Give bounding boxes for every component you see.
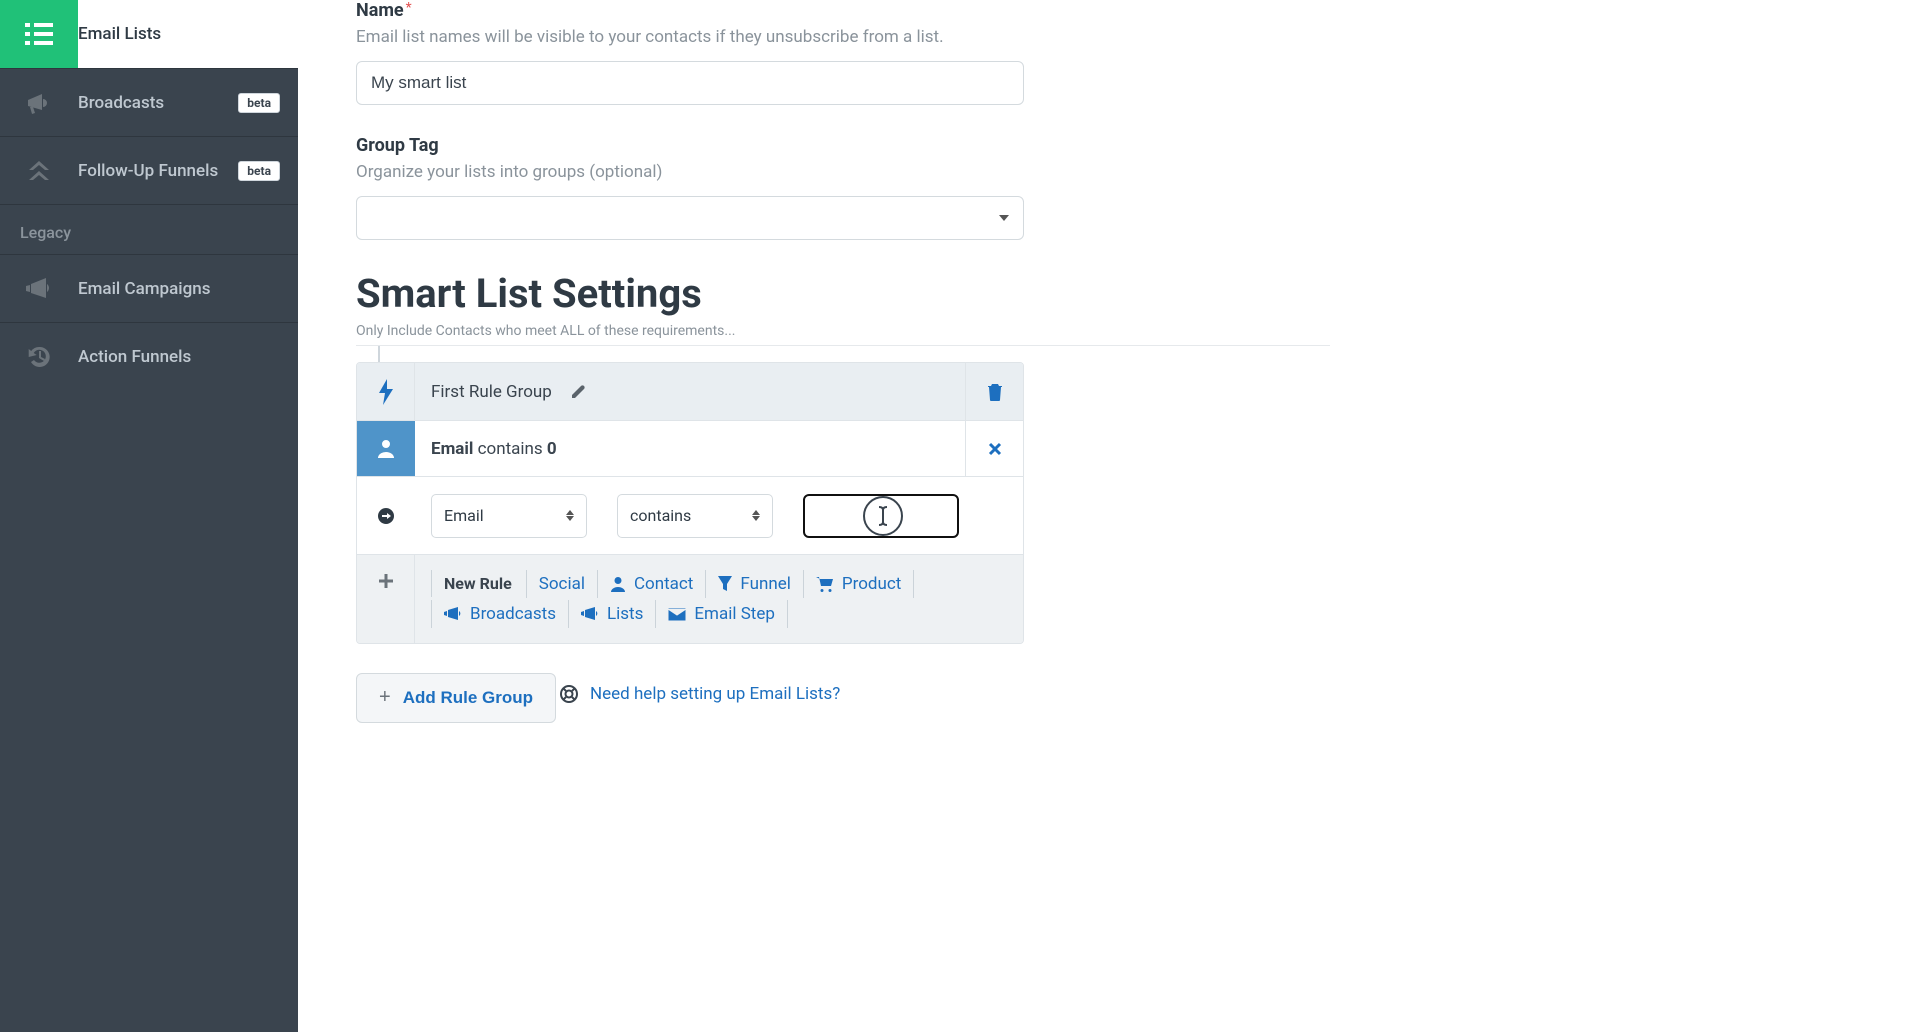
life-ring-icon bbox=[560, 685, 578, 703]
add-rule-group-button[interactable]: + Add Rule Group bbox=[356, 673, 556, 723]
group-tag-field-block: Group Tag Organize your lists into group… bbox=[356, 135, 1330, 240]
edit-icon[interactable] bbox=[570, 384, 586, 400]
beta-badge: beta bbox=[238, 161, 280, 181]
rule-group-title: First Rule Group bbox=[431, 382, 552, 402]
group-tag-help: Organize your lists into groups (optiona… bbox=[356, 162, 1330, 182]
user-icon bbox=[610, 576, 626, 592]
bolt-icon bbox=[357, 363, 415, 420]
rule-condition-row[interactable]: Email contains 0 bbox=[357, 421, 1023, 477]
group-tag-select[interactable] bbox=[356, 196, 1024, 240]
bullhorn-icon bbox=[581, 607, 599, 621]
new-rule-label: New Rule bbox=[431, 570, 526, 597]
sidebar-item-followup-funnels[interactable]: Follow-Up Funnels beta bbox=[0, 136, 298, 204]
field-select[interactable]: Email bbox=[431, 494, 587, 538]
delete-group-button[interactable] bbox=[965, 363, 1023, 420]
name-field-block: Name* Email list names will be visible t… bbox=[356, 0, 1330, 105]
name-help: Email list names will be visible to your… bbox=[356, 27, 1330, 47]
rule-type-product[interactable]: Product bbox=[803, 570, 914, 598]
plus-icon[interactable] bbox=[357, 555, 415, 643]
envelope-icon bbox=[668, 608, 686, 621]
beta-badge: beta bbox=[238, 93, 280, 113]
list-icon bbox=[0, 0, 78, 68]
plus-icon: + bbox=[379, 686, 391, 709]
cart-icon bbox=[816, 576, 834, 592]
rule-type-contact[interactable]: Contact bbox=[597, 570, 705, 598]
rule-type-social[interactable]: Social bbox=[526, 570, 597, 598]
history-icon bbox=[0, 345, 78, 369]
rule-type-funnel[interactable]: Funnel bbox=[705, 570, 803, 598]
sidebar-item-broadcasts[interactable]: Broadcasts beta bbox=[0, 68, 298, 136]
smart-settings-title: Smart List Settings bbox=[356, 270, 1330, 317]
caret-down-icon bbox=[999, 215, 1009, 221]
arrow-right-circle-icon bbox=[357, 477, 415, 554]
sidebar-item-email-lists[interactable]: Email Lists bbox=[0, 0, 298, 68]
sidebar: Email Lists Broadcasts beta Follow-Up Fu… bbox=[0, 0, 298, 1032]
sort-icon bbox=[566, 510, 574, 521]
divider bbox=[356, 345, 1330, 346]
required-star: * bbox=[406, 0, 412, 16]
filter-icon bbox=[718, 576, 732, 592]
rule-group-header: First Rule Group bbox=[357, 363, 1023, 421]
remove-condition-button[interactable] bbox=[965, 421, 1023, 476]
name-label: Name bbox=[356, 0, 404, 21]
smart-settings-subtitle: Only Include Contacts who meet ALL of th… bbox=[356, 323, 1330, 339]
group-tag-label: Group Tag bbox=[356, 135, 1330, 156]
new-rule-row: New Rule Social Contact Funnel Produ bbox=[357, 555, 1023, 643]
name-input[interactable] bbox=[356, 61, 1024, 105]
help-link[interactable]: Need help setting up Email Lists? bbox=[560, 684, 840, 704]
rule-type-broadcasts[interactable]: Broadcasts bbox=[431, 600, 568, 628]
condition-summary: Email contains 0 bbox=[431, 439, 557, 459]
rule-editor-row: Email contains bbox=[357, 477, 1023, 555]
rule-type-lists[interactable]: Lists bbox=[568, 600, 655, 628]
megaphone-icon bbox=[0, 92, 78, 114]
double-chevron-up-icon bbox=[0, 159, 78, 183]
main-content: Name* Email list names will be visible t… bbox=[298, 0, 1378, 1032]
sidebar-item-label: Email Campaigns bbox=[78, 279, 280, 299]
sort-icon bbox=[752, 510, 760, 521]
value-input[interactable] bbox=[803, 494, 959, 538]
sidebar-item-action-funnels[interactable]: Action Funnels bbox=[0, 322, 298, 390]
bullhorn-icon bbox=[0, 278, 78, 300]
sidebar-item-label: Action Funnels bbox=[78, 347, 280, 367]
rule-group-card: First Rule Group Email contains 0 bbox=[356, 362, 1024, 644]
sidebar-item-email-campaigns[interactable]: Email Campaigns bbox=[0, 254, 298, 322]
user-icon bbox=[357, 421, 415, 476]
bullhorn-icon bbox=[444, 607, 462, 621]
sidebar-item-label: Follow-Up Funnels bbox=[78, 161, 238, 181]
operator-select[interactable]: contains bbox=[617, 494, 773, 538]
sidebar-item-label: Broadcasts bbox=[78, 93, 238, 113]
sidebar-item-label: Email Lists bbox=[78, 24, 280, 44]
rule-type-email-step[interactable]: Email Step bbox=[655, 600, 788, 628]
sidebar-section-legacy: Legacy bbox=[0, 204, 298, 254]
